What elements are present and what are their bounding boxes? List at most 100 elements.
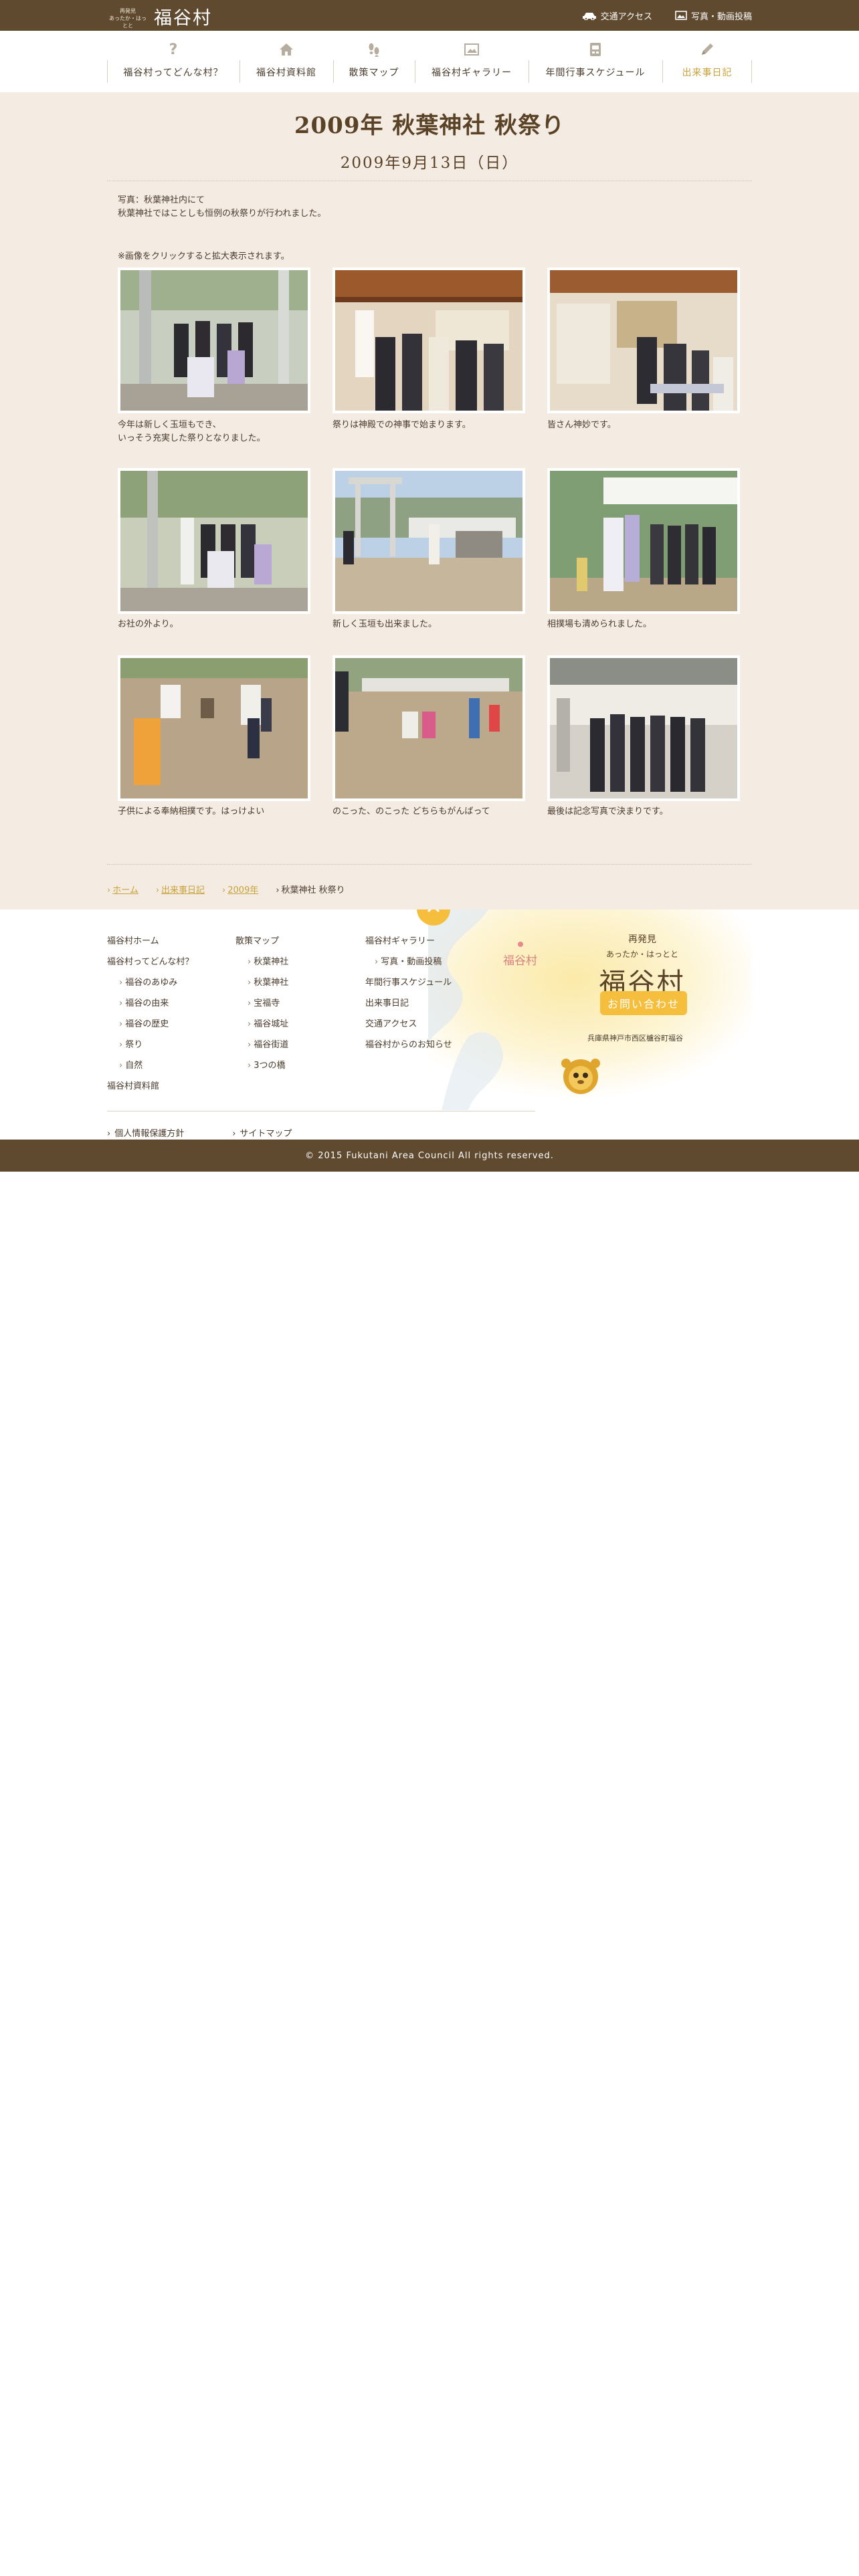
photo-1-caption-line-2: いっそう充実した祭りとなりました。 [118,433,266,443]
photo-6[interactable] [547,468,740,614]
photo-2-caption: 祭りは神殿での神事で始まります。 [332,420,471,430]
photo-4[interactable] [118,468,310,614]
breadcrumb-link-home[interactable]: ホーム [112,885,138,895]
photo-5[interactable] [332,468,525,614]
footer-link-hofukuji[interactable]: › 宝福寺 [235,996,288,1016]
photo-8[interactable] [332,655,525,801]
breadcrumb-divider [107,864,752,865]
privacy-link-label: 個人情報保護方針 [114,1129,185,1139]
footer-link-photo-post[interactable]: › 写真・動画投稿 [365,954,452,975]
intro-line-1: 写真：秋葉神社内にて [118,195,205,205]
picture-icon [464,41,480,58]
footer-link-museum[interactable]: 福谷村資料館 [107,1079,193,1099]
access-link[interactable]: 交通アクセス [582,9,652,22]
breadcrumb-item-home[interactable]: › ホーム [107,883,138,895]
breadcrumb: › ホーム › 出来事日記 › 2009年 › 秋葉神社 秋祭り [107,883,345,895]
photo-9-caption: 最後は記念写真で決まりです。 [547,807,668,817]
photo-1-caption: 今年は新しく玉垣もでき、 いっそう充実した祭りとなりました。 [118,419,318,445]
logo-tagline-2: あったか・はっとと [109,15,147,29]
photo-1[interactable] [118,267,310,413]
nav-item-schedule[interactable]: 年間行事スケジュール [529,31,662,92]
footer-link-access[interactable]: 交通アクセス [365,1016,452,1037]
site-logo[interactable]: 再発見 あったか・はっとと 福谷村 [107,3,212,29]
footer-link-festival[interactable]: › 祭り [107,1037,193,1058]
nav-item-diary[interactable]: 出来事日記 [662,31,752,92]
footer-link-home[interactable]: 福谷村ホーム [107,934,193,954]
nav-label-about: 福谷村ってどんな村？ [123,68,223,78]
nav-item-gallery[interactable]: 福谷村ギャラリー [415,31,529,92]
breadcrumb-link-year[interactable]: 2009年 [227,885,258,895]
chevron-up-icon [427,909,440,913]
footer-link-history[interactable]: › 福谷の歴史 [107,1016,193,1037]
photo-4-image [120,471,308,611]
photo-6-image [550,471,737,611]
main-content: 2009年 秋葉神社 秋祭り 2009年9月13日（日） 写真：秋葉神社内にて … [0,92,859,909]
photo-1-image [120,270,308,411]
mascot-icon [561,1059,600,1094]
footer-link-akiba-2-label: 秋葉神社 [254,978,289,988]
sitemap-link-label: サイトマップ [240,1129,292,1139]
contact-button[interactable]: お問い合わせ [600,991,687,1015]
photo-post-link[interactable]: 写真・動画投稿 [675,9,752,22]
footer-brand-tag-1: 再発見 [628,934,656,945]
footer-link-akiba-1[interactable]: › 秋葉神社 [235,954,288,975]
nav-label-schedule: 年間行事スケジュール [545,68,646,78]
photo-7[interactable] [118,655,310,801]
nav-item-museum[interactable]: 福谷村資料館 [240,31,333,92]
photo-9[interactable] [547,655,740,801]
photo-7-caption: 子供による奉納相撲です。はっけよい [118,807,265,817]
global-nav: ? 福谷村ってどんな村？ 福谷村資料館 散策マップ 福谷村ギャラリー 年間行事ス… [0,31,859,92]
footer-link-news[interactable]: 福谷村からのお知らせ [365,1037,452,1058]
footer-link-history-label: 福谷の歴史 [125,1019,169,1029]
breadcrumb-item-year[interactable]: › 2009年 [222,883,258,895]
photo-8-caption: のこった、のこった どちらもがんばって [332,807,490,817]
photo-3[interactable] [547,267,740,413]
footer-link-history-steps[interactable]: › 福谷のあゆみ [107,975,193,996]
footer-link-bridges[interactable]: › 3つの橋 [235,1058,288,1079]
breadcrumb-item-diary[interactable]: › 出来事日記 [156,883,205,895]
svg-text:?: ? [169,42,178,57]
footer-link-map[interactable]: 散策マップ [235,934,288,954]
nav-item-about[interactable]: ? 福谷村ってどんな村？ [107,31,240,92]
sitemap-link[interactable]: › サイトマップ [232,1126,292,1139]
privacy-link[interactable]: › 個人情報保護方針 [107,1126,184,1139]
footer-col-2: 散策マップ › 秋葉神社 › 秋葉神社 › 宝福寺 › 福谷城址 › 福谷街道 › 3つの橋 [235,934,288,1079]
access-link-label: 交通アクセス [600,11,652,22]
photo-2[interactable] [332,267,525,413]
footer-link-gallery[interactable]: 福谷村ギャラリー [365,934,452,954]
logo-tagline: 再発見 あったか・はっとと [107,3,149,29]
footer-bottom-links: › 個人情報保護方針 › サイトマップ [107,1126,292,1139]
photo-5-caption: 新しく玉垣も出来ました。 [332,619,438,629]
photo-post-link-label: 写真・動画投稿 [690,11,752,22]
nav-label-diary: 出来事日記 [682,68,733,78]
calendar-icon [587,41,603,58]
footer-link-akiba-2[interactable]: › 秋葉神社 [235,975,288,996]
site-name: 福谷村 [154,7,212,29]
click-note: ※画像をクリックすると拡大表示されます。 [118,251,290,261]
footer-link-road-label: 福谷街道 [254,1040,289,1050]
article-intro: 写真：秋葉神社内にて 秋葉神社ではことしも恒例の秋祭りが行われました。 [118,194,326,221]
footer-link-nature-label: 自然 [125,1061,143,1071]
car-icon [582,13,596,20]
footer-link-origin[interactable]: › 福谷の由来 [107,996,193,1016]
nav-item-map[interactable]: 散策マップ [333,31,415,92]
question-icon: ? [165,41,181,58]
footer-link-schedule[interactable]: 年間行事スケジュール [365,975,452,996]
nav-label-museum: 福谷村資料館 [256,68,316,78]
nav-label-map: 散策マップ [349,68,399,78]
breadcrumb-current: 秋葉神社 秋祭り [281,885,345,895]
footer-link-about[interactable]: 福谷村ってどんな村？ [107,954,193,975]
intro-line-2: 秋葉神社ではことしも恒例の秋祭りが行われました。 [118,209,326,219]
footer-link-castle[interactable]: › 福谷城址 [235,1016,288,1037]
footer-link-road[interactable]: › 福谷街道 [235,1037,288,1058]
footer-link-nature[interactable]: › 自然 [107,1058,193,1079]
photo-5-image [335,471,522,611]
footer-link-diary[interactable]: 出来事日記 [365,996,452,1016]
footer-link-hofukuji-label: 宝福寺 [254,998,280,1008]
photo-1-caption-line-1: 今年は新しく玉垣もでき、 [118,420,221,430]
footer-col-3: 福谷村ギャラリー › 写真・動画投稿 年間行事スケジュール 出来事日記 交通アクセ… [365,934,452,1058]
photo-9-image [550,658,737,798]
breadcrumb-link-diary[interactable]: 出来事日記 [161,885,205,895]
footer-link-history-steps-label: 福谷のあゆみ [125,978,178,988]
footer-col-1: 福谷村ホーム 福谷村ってどんな村？ › 福谷のあゆみ › 福谷の由来 › 福谷の歴史 … [107,934,193,1099]
